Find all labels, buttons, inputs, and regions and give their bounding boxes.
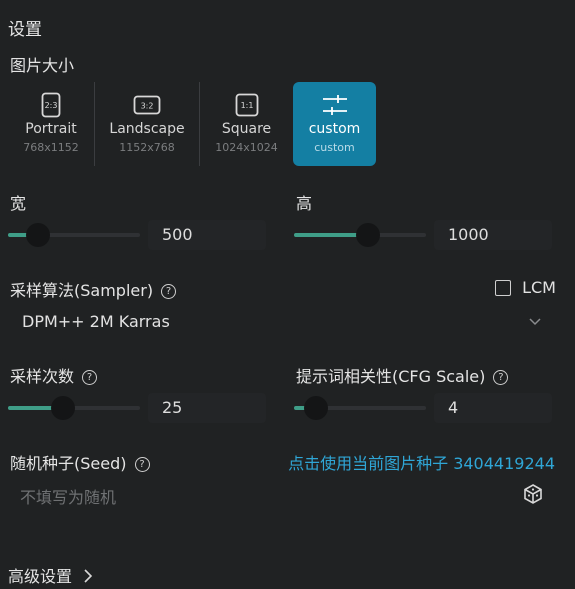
- height-slider[interactable]: [294, 223, 426, 247]
- height-input[interactable]: 1000: [434, 220, 552, 250]
- steps-slider[interactable]: [8, 396, 140, 420]
- width-value: 500: [162, 225, 193, 244]
- size-option-name: Square: [221, 121, 272, 137]
- width-input[interactable]: 500: [148, 220, 266, 250]
- lcm-label: LCM: [522, 278, 556, 297]
- sampler-selected-value: DPM++ 2M Karras: [22, 312, 170, 331]
- width-label: 宽: [10, 194, 27, 213]
- size-option-dims: 768x1152: [23, 141, 79, 154]
- size-option-name: Landscape: [109, 121, 185, 137]
- size-option-square[interactable]: 1:1 Square 1024x1024: [200, 82, 293, 166]
- size-option-name: custom: [308, 121, 361, 137]
- cfg-slider[interactable]: [294, 396, 426, 420]
- sampler-label-row: 采样算法(Sampler)?: [10, 277, 177, 301]
- cfg-label-row: 提示词相关性(CFG Scale)?: [296, 363, 509, 387]
- cfg-slider-thumb[interactable]: [304, 396, 329, 420]
- svg-text:1:1: 1:1: [240, 101, 253, 110]
- chevron-right-icon: [83, 568, 93, 587]
- lcm-checkbox[interactable]: [495, 279, 511, 296]
- height-value: 1000: [448, 225, 489, 244]
- advanced-settings-toggle[interactable]: 高级设置: [8, 563, 93, 587]
- help-icon[interactable]: ?: [82, 370, 98, 385]
- advanced-settings-label: 高级设置: [8, 567, 73, 586]
- cfg-input[interactable]: 4: [434, 393, 552, 423]
- steps-label-row: 采样次数?: [10, 363, 98, 387]
- seed-label-row: 随机种子(Seed)?: [10, 450, 150, 474]
- steps-input[interactable]: 25: [148, 393, 266, 423]
- seed-label: 随机种子(Seed): [10, 454, 127, 473]
- lcm-toggle[interactable]: LCM: [495, 277, 556, 297]
- height-label: 高: [296, 194, 313, 213]
- chevron-down-icon: [528, 313, 542, 332]
- size-option-custom[interactable]: custom custom: [293, 82, 376, 166]
- width-slider-thumb[interactable]: [26, 223, 51, 247]
- settings-title: 设置: [8, 20, 42, 40]
- size-option-dims: 1024x1024: [215, 141, 278, 154]
- width-slider[interactable]: [8, 223, 140, 247]
- sampler-label: 采样算法(Sampler): [10, 281, 154, 300]
- size-option-name: Portrait: [25, 121, 77, 137]
- steps-slider-thumb[interactable]: [51, 396, 76, 420]
- help-icon[interactable]: ?: [134, 457, 150, 472]
- size-option-dims: custom: [314, 141, 355, 154]
- steps-label: 采样次数: [10, 367, 75, 386]
- svg-text:2:3: 2:3: [45, 101, 58, 110]
- dice-icon[interactable]: [522, 483, 544, 509]
- cfg-label: 提示词相关性(CFG Scale): [296, 367, 486, 386]
- cfg-value: 4: [448, 398, 459, 417]
- svg-text:3:2: 3:2: [141, 102, 154, 111]
- sampler-select[interactable]: DPM++ 2M Karras: [8, 305, 556, 339]
- sliders-icon: [322, 92, 348, 118]
- square-ratio-icon: 1:1: [235, 92, 259, 118]
- help-icon[interactable]: ?: [161, 284, 177, 299]
- portrait-ratio-icon: 2:3: [41, 92, 61, 118]
- help-icon[interactable]: ?: [493, 370, 509, 385]
- seed-input[interactable]: 不填写为随机: [8, 477, 556, 511]
- size-option-landscape[interactable]: 3:2 Landscape 1152x768: [95, 82, 199, 166]
- use-current-seed-link[interactable]: 点击使用当前图片种子 3404419244: [288, 450, 555, 474]
- seed-placeholder: 不填写为随机: [20, 488, 117, 507]
- size-option-dims: 1152x768: [119, 141, 175, 154]
- height-slider-thumb[interactable]: [355, 223, 380, 247]
- image-size-label: 图片大小: [10, 56, 75, 75]
- size-option-portrait[interactable]: 2:3 Portrait 768x1152: [8, 82, 94, 166]
- landscape-ratio-icon: 3:2: [133, 92, 161, 118]
- steps-value: 25: [162, 398, 183, 417]
- image-size-options: 2:3 Portrait 768x1152 3:2 Landscape 1152…: [8, 82, 376, 166]
